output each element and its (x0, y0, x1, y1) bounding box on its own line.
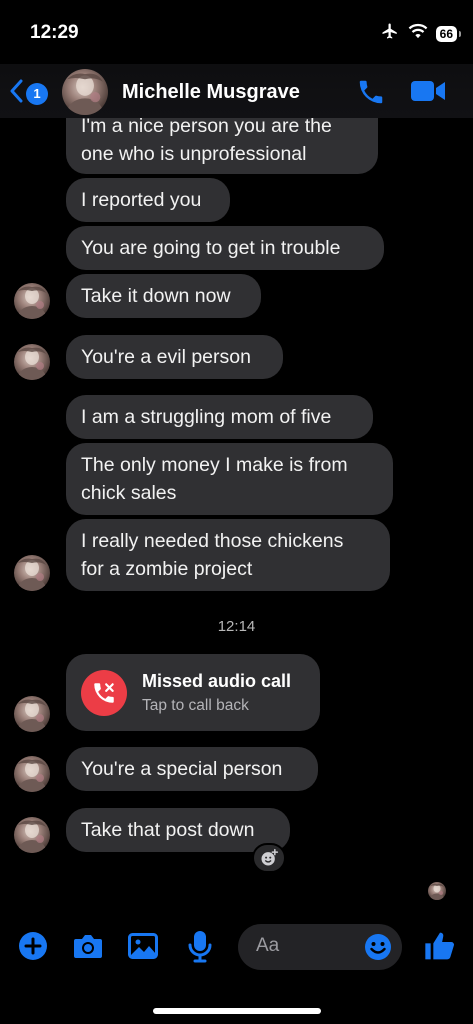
sender-avatar[interactable] (14, 555, 50, 591)
home-indicator[interactable] (153, 1008, 321, 1014)
status-time: 12:29 (30, 22, 79, 43)
back-button[interactable]: 1 (10, 79, 48, 108)
emoji-icon[interactable] (364, 933, 392, 966)
unread-badge: 1 (26, 82, 48, 105)
airplane-icon (380, 22, 400, 45)
contact-avatar[interactable] (62, 69, 108, 115)
message-bubble[interactable]: You're a evil person (66, 335, 283, 379)
video-camera-icon[interactable] (410, 79, 446, 108)
missed-call-subtitle: Tap to call back (142, 697, 249, 714)
message-bubble[interactable]: I am a struggling mom of five (66, 395, 373, 439)
message-bubble[interactable]: You're a special person (66, 747, 318, 791)
message-composer: Aa (0, 916, 473, 980)
message-bubble[interactable]: I reported you (66, 178, 230, 222)
gallery-icon[interactable] (128, 933, 158, 964)
message-bubble[interactable]: I'm a nice person you are the one who is… (66, 115, 378, 174)
message-bubble[interactable]: Take it down now (66, 274, 261, 318)
add-reaction-icon[interactable] (252, 843, 286, 873)
phone-icon[interactable] (356, 77, 386, 112)
battery-indicator: 66 (435, 25, 462, 42)
missed-call-card[interactable]: Missed audio call Tap to call back (66, 654, 320, 731)
sender-avatar[interactable] (14, 756, 50, 792)
message-bubble[interactable]: I really needed those chickens for a zom… (66, 519, 390, 591)
missed-call-title: Missed audio call (142, 671, 292, 691)
missed-call-icon (81, 670, 127, 716)
contact-name[interactable]: Michelle Musgrave (122, 81, 300, 104)
sender-avatar[interactable] (14, 344, 50, 380)
thumbs-up-icon[interactable] (424, 930, 456, 967)
sender-avatar[interactable] (14, 817, 50, 853)
status-icons: 66 (380, 22, 462, 45)
wifi-icon (408, 23, 428, 44)
back-chevron-icon (10, 79, 24, 108)
status-bar: 12:29 66 (0, 0, 473, 64)
plus-icon[interactable] (18, 931, 48, 966)
message-bubble[interactable]: You are going to get in trouble (66, 226, 384, 270)
timestamp: 12:14 (217, 618, 256, 635)
sender-avatar[interactable] (14, 283, 50, 319)
sender-avatar[interactable] (14, 696, 50, 732)
seen-indicator-avatar (428, 882, 446, 900)
message-bubble[interactable]: The only money I make is from chick sale… (66, 443, 393, 515)
microphone-icon[interactable] (188, 930, 212, 969)
message-input[interactable]: Aa (238, 924, 402, 970)
message-bubble[interactable]: Take that post down (66, 808, 290, 852)
camera-icon[interactable] (72, 932, 104, 965)
conversation-header: 1 Michelle Musgrave (0, 64, 473, 118)
message-input-placeholder: Aa (256, 935, 280, 956)
